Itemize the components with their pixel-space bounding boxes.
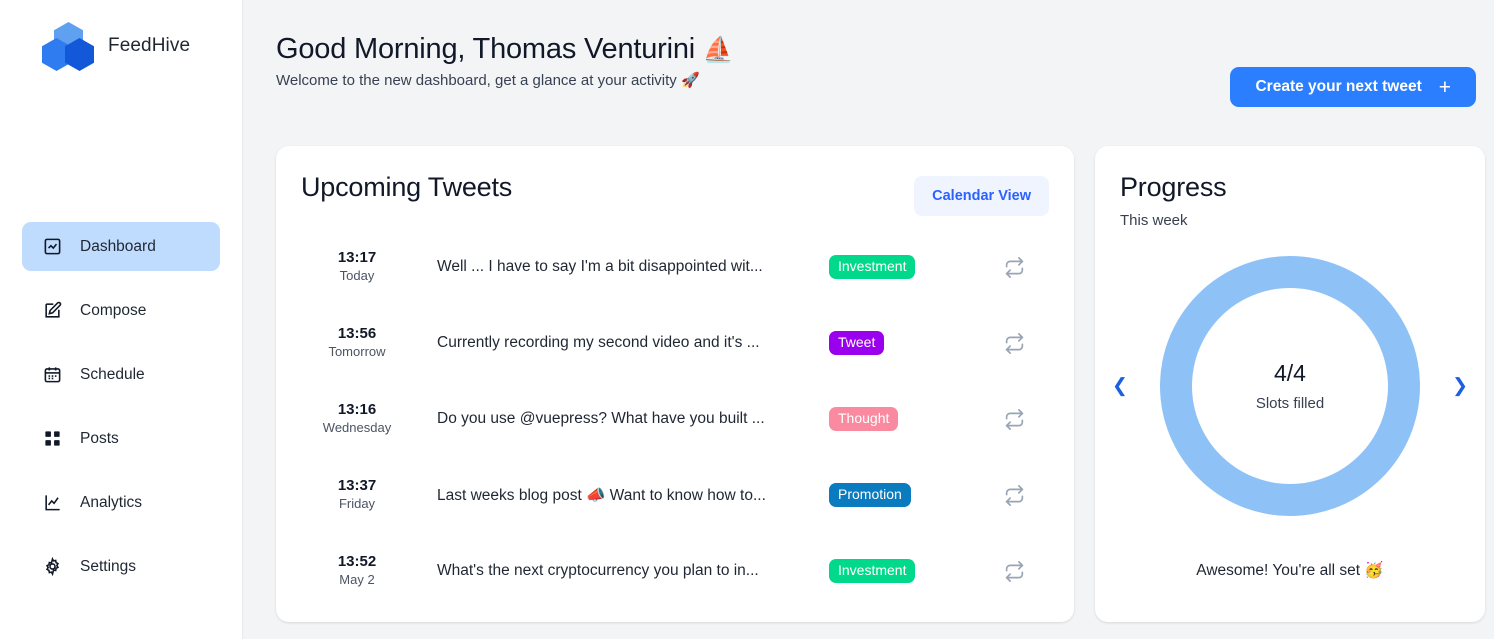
tweet-text: Do you use @vuepress? What have you buil… xyxy=(437,410,765,427)
donut-ring: 4/4 Slots filled xyxy=(1160,256,1420,516)
dashboard-chart-icon xyxy=(43,237,62,256)
donut-value: 4/4 xyxy=(1274,360,1306,387)
hexagon-logo-icon xyxy=(42,22,94,71)
analytics-line-icon xyxy=(43,493,62,512)
status-badge: Investment xyxy=(829,254,916,280)
tweet-list: 13:17 Today Well ... I have to say I'm a… xyxy=(301,229,1049,609)
dashboard-cards: Upcoming Tweets Calendar View 13:17 Toda… xyxy=(276,146,1485,622)
page-subtitle: Welcome to the new dashboard, get a glan… xyxy=(276,72,700,89)
sidebar-nav: Dashboard Compose Schedule Posts Analyti… xyxy=(0,222,242,591)
retweet-icon[interactable] xyxy=(979,256,1049,278)
table-row[interactable]: 13:16 Wednesday Do you use @vuepress? Wh… xyxy=(301,381,1049,457)
tweet-time-value: 13:37 xyxy=(337,476,377,494)
main-content: Good Morning, Thomas Venturini ⛵ Welcome… xyxy=(243,0,1494,639)
tweet-time-value: 13:52 xyxy=(337,552,377,570)
sidebar-item-label: Posts xyxy=(80,429,119,447)
upcoming-tweets-header: Upcoming Tweets Calendar View xyxy=(301,172,1049,216)
chevron-right-icon[interactable]: ❯ xyxy=(1452,377,1468,396)
tweet-tag-wrap: Tweet xyxy=(829,330,979,356)
create-tweet-button[interactable]: Create your next tweet + xyxy=(1230,67,1476,107)
sidebar: FeedHive Dashboard Compose Schedule Post… xyxy=(0,0,243,639)
sidebar-item-posts[interactable]: Posts xyxy=(22,414,220,463)
table-row[interactable]: 13:52 May 2 What's the next cryptocurren… xyxy=(301,533,1049,609)
donut-center: 4/4 Slots filled xyxy=(1192,288,1388,484)
sidebar-item-dashboard[interactable]: Dashboard xyxy=(22,222,220,271)
status-badge: Investment xyxy=(829,558,916,584)
tweet-day-value: Tomorrow xyxy=(328,344,386,360)
tweet-time-value: 13:56 xyxy=(337,324,377,342)
tweet-text: Well ... I have to say I'm a bit disappo… xyxy=(437,258,763,275)
tweet-time: 13:16 Wednesday xyxy=(301,401,413,438)
status-badge: Thought xyxy=(829,406,899,432)
brand[interactable]: FeedHive xyxy=(0,0,242,71)
create-tweet-label: Create your next tweet xyxy=(1255,78,1422,95)
tweet-tag-wrap: Thought xyxy=(829,406,979,432)
brand-name: FeedHive xyxy=(108,35,191,56)
plus-icon: + xyxy=(1438,75,1451,99)
progress-donut-chart: ❮ 4/4 Slots filled ❯ xyxy=(1112,255,1468,517)
progress-subtitle: This week xyxy=(1120,212,1188,229)
compose-pencil-icon xyxy=(43,301,62,320)
tweet-text: Last weeks blog post 📣 Want to know how … xyxy=(437,486,766,504)
retweet-icon[interactable] xyxy=(979,408,1049,430)
sidebar-item-compose[interactable]: Compose xyxy=(22,286,220,335)
tweet-time-value: 13:16 xyxy=(337,400,377,418)
tweet-time: 13:52 May 2 xyxy=(301,553,413,590)
retweet-icon[interactable] xyxy=(979,560,1049,582)
tweet-day-value: Wednesday xyxy=(322,420,392,436)
gear-icon xyxy=(43,557,62,576)
tweet-time: 13:17 Today xyxy=(301,249,413,286)
tweet-tag-wrap: Promotion xyxy=(829,482,979,508)
greeting-block: Good Morning, Thomas Venturini ⛵ Welcome… xyxy=(276,33,734,89)
status-badge: Tweet xyxy=(829,330,885,356)
tweet-text: Currently recording my second video and … xyxy=(437,334,760,351)
sidebar-item-label: Dashboard xyxy=(80,237,156,255)
calendar-view-button[interactable]: Calendar View xyxy=(914,176,1049,216)
upcoming-tweets-card: Upcoming Tweets Calendar View 13:17 Toda… xyxy=(276,146,1074,622)
progress-title: Progress xyxy=(1120,172,1227,202)
tweet-time-value: 13:17 xyxy=(337,248,377,266)
tweet-text: What's the next cryptocurrency you plan … xyxy=(437,562,759,579)
status-badge: Promotion xyxy=(829,482,911,508)
tweet-day-value: Friday xyxy=(338,496,376,512)
sidebar-item-label: Schedule xyxy=(80,365,145,383)
table-row[interactable]: 13:17 Today Well ... I have to say I'm a… xyxy=(301,229,1049,305)
donut-label: Slots filled xyxy=(1255,394,1325,412)
tweet-day-value: May 2 xyxy=(339,572,375,588)
tweet-tag-wrap: Investment xyxy=(829,558,979,584)
grid-icon xyxy=(43,429,62,448)
progress-footer-message: Awesome! You're all set 🥳 xyxy=(1196,562,1384,579)
sailboat-icon: ⛵ xyxy=(702,36,734,64)
tweet-time: 13:37 Friday xyxy=(301,477,413,514)
tweet-tag-wrap: Investment xyxy=(829,254,979,280)
sidebar-item-label: Analytics xyxy=(80,493,143,511)
tweet-day-value: Today xyxy=(339,268,375,284)
sidebar-item-analytics[interactable]: Analytics xyxy=(22,478,220,527)
app-root: FeedHive Dashboard Compose Schedule Post… xyxy=(0,0,1494,639)
progress-card: Progress This week ❮ 4/4 Slots filled ❯ … xyxy=(1095,146,1485,622)
page-header: Good Morning, Thomas Venturini ⛵ Welcome… xyxy=(276,33,1485,107)
retweet-icon[interactable] xyxy=(979,332,1049,354)
page-title: Good Morning, Thomas Venturini ⛵ xyxy=(276,33,734,66)
greeting-text: Good Morning, Thomas Venturini xyxy=(276,33,696,65)
tweet-time: 13:56 Tomorrow xyxy=(301,325,413,362)
sidebar-item-schedule[interactable]: Schedule xyxy=(22,350,220,399)
sidebar-item-settings[interactable]: Settings xyxy=(22,542,220,591)
retweet-icon[interactable] xyxy=(979,484,1049,506)
table-row[interactable]: 13:37 Friday Last weeks blog post 📣 Want… xyxy=(301,457,1049,533)
sidebar-item-label: Settings xyxy=(80,557,137,575)
sidebar-item-label: Compose xyxy=(80,301,147,319)
upcoming-tweets-title: Upcoming Tweets xyxy=(301,172,513,202)
table-row[interactable]: 13:56 Tomorrow Currently recording my se… xyxy=(301,305,1049,381)
chevron-left-icon[interactable]: ❮ xyxy=(1112,377,1128,396)
calendar-icon xyxy=(43,365,62,384)
